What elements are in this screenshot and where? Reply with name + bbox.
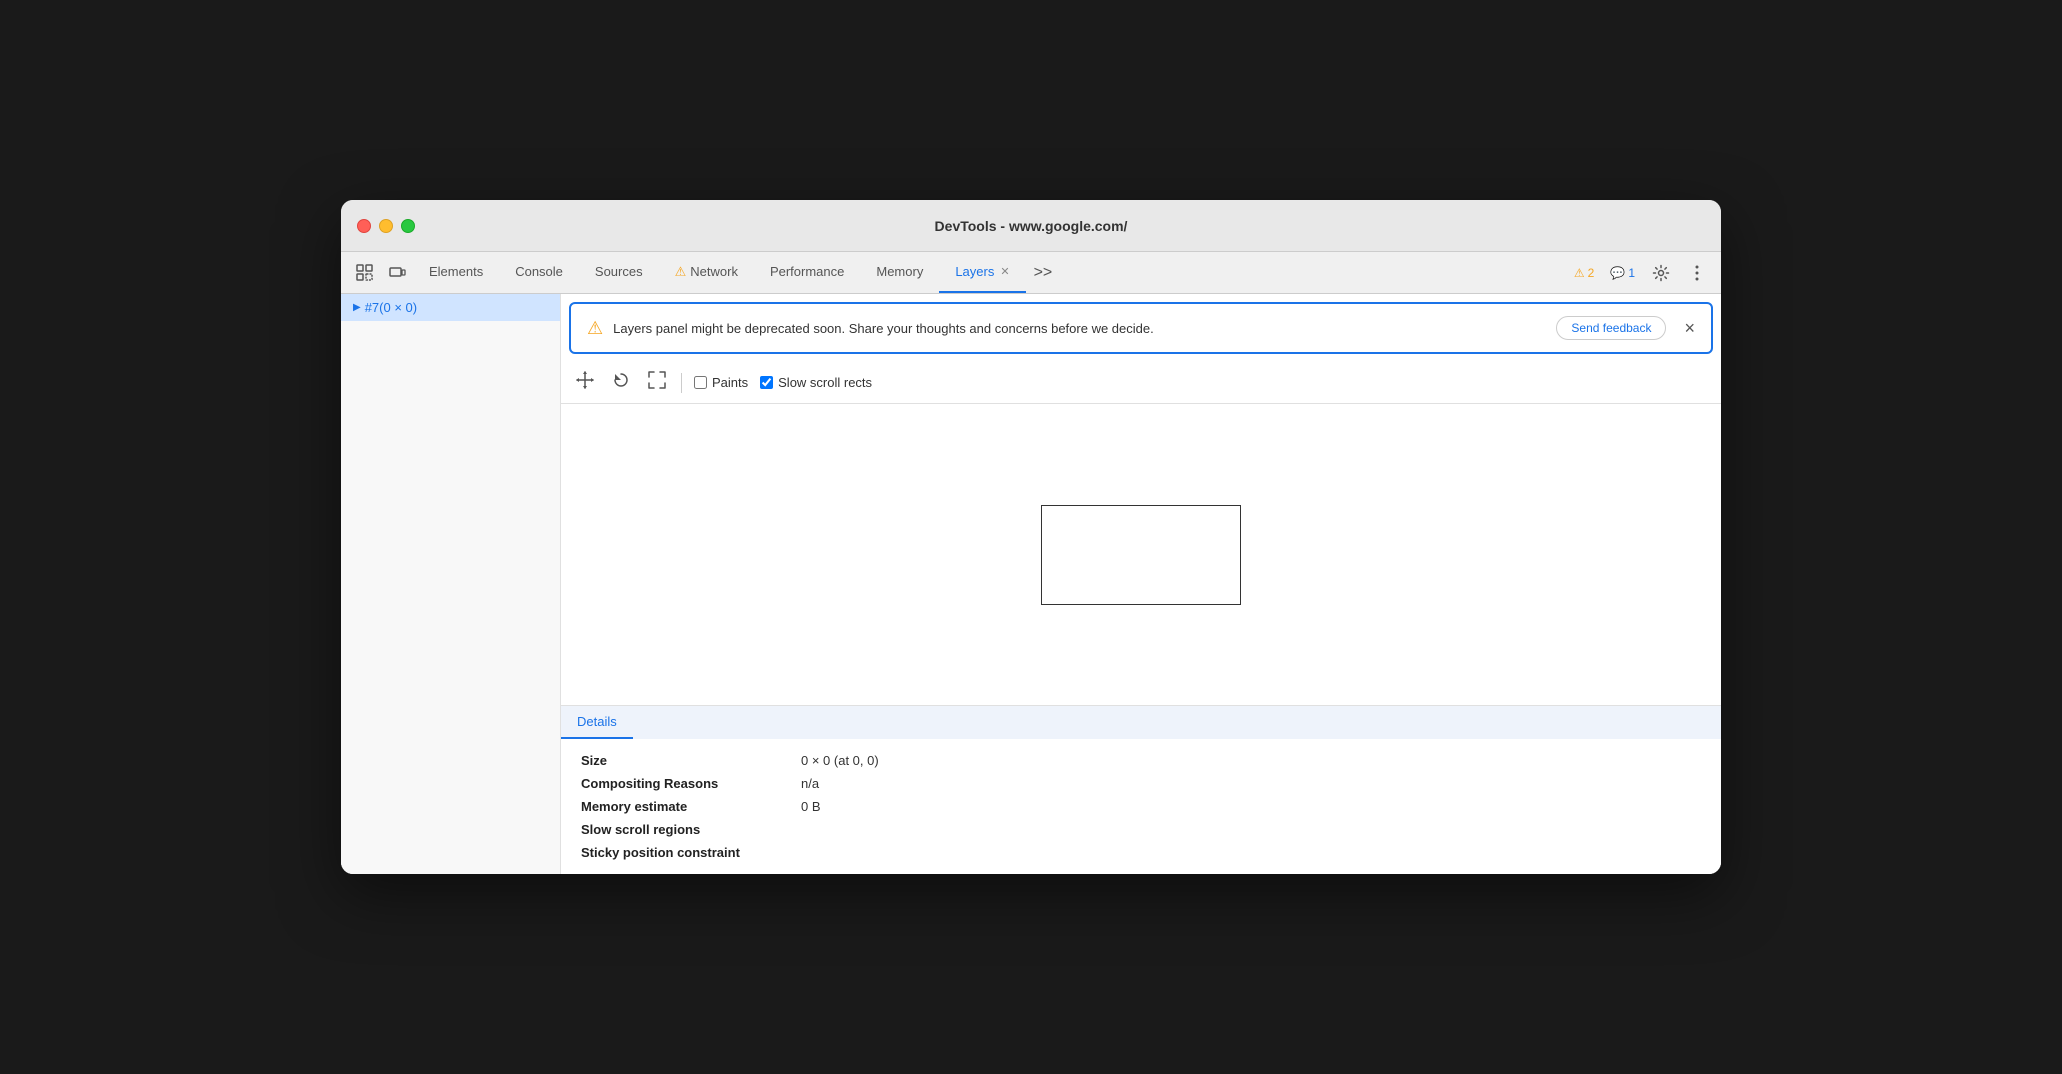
sidebar-item-layer[interactable]: ▶ #7(0 × 0) (341, 294, 560, 321)
tabs-container: Elements Console Sources ⚠ Network Perfo… (413, 252, 1568, 293)
devtools-window: DevTools - www.google.com/ Elements Cons… (341, 200, 1721, 874)
toolbar-right: ⚠ 2 💬 1 (1568, 257, 1713, 289)
traffic-lights (357, 219, 415, 233)
sidebar-arrow: ▶ (353, 302, 361, 313)
detail-key: Slow scroll regions (581, 822, 801, 837)
layers-toolbar: Paints Slow scroll rects (561, 362, 1721, 404)
paints-checkbox[interactable] (694, 376, 707, 389)
details-table: Size0 × 0 (at 0, 0)Compositing Reasonsn/… (561, 739, 1721, 874)
banner-message: Layers panel might be deprecated soon. S… (613, 321, 1538, 336)
devtools-toolbar: Elements Console Sources ⚠ Network Perfo… (341, 252, 1721, 294)
banner-warning-icon: ⚠ (587, 318, 603, 339)
toolbar-separator (681, 373, 682, 393)
deprecation-banner: ⚠ Layers panel might be deprecated soon.… (569, 302, 1713, 354)
settings-button[interactable] (1645, 257, 1677, 289)
detail-value: 0 B (801, 799, 821, 814)
warning-count-badge[interactable]: ⚠ 2 (1568, 263, 1600, 283)
layer-rectangle (1041, 505, 1241, 605)
detail-row: Sticky position constraint (581, 841, 1701, 864)
maximize-button[interactable] (401, 219, 415, 233)
device-toolbar-button[interactable] (381, 257, 413, 289)
detail-row: Slow scroll regions (581, 818, 1701, 841)
send-feedback-button[interactable]: Send feedback (1556, 316, 1666, 340)
devtools-body: ▶ #7(0 × 0) ⚠ Layers panel might be depr… (341, 294, 1721, 874)
layer-canvas[interactable] (561, 404, 1721, 706)
tab-console[interactable]: Console (499, 252, 579, 293)
comment-count-badge[interactable]: 💬 1 (1604, 263, 1641, 283)
comment-icon: 💬 (1610, 266, 1625, 280)
layers-sidebar: ▶ #7(0 × 0) (341, 294, 561, 874)
more-options-button[interactable] (1681, 257, 1713, 289)
slow-scroll-checkbox-label[interactable]: Slow scroll rects (760, 375, 872, 390)
network-warning-icon: ⚠ (675, 264, 687, 280)
layers-main-content: ⚠ Layers panel might be deprecated soon.… (561, 294, 1721, 874)
more-tabs-button[interactable]: >> (1026, 252, 1061, 293)
slow-scroll-checkbox[interactable] (760, 376, 773, 389)
pan-tool-button[interactable] (573, 368, 597, 397)
detail-row: Compositing Reasonsn/a (581, 772, 1701, 795)
banner-close-button[interactable]: × (1684, 319, 1695, 337)
close-button[interactable] (357, 219, 371, 233)
detail-key: Compositing Reasons (581, 776, 801, 791)
tab-performance[interactable]: Performance (754, 252, 860, 293)
detail-key: Memory estimate (581, 799, 801, 814)
tab-elements[interactable]: Elements (413, 252, 499, 293)
minimize-button[interactable] (379, 219, 393, 233)
details-section: Details (561, 706, 1721, 739)
window-title: DevTools - www.google.com/ (935, 218, 1128, 234)
warning-icon: ⚠ (1574, 266, 1585, 280)
detail-row: Memory estimate0 B (581, 795, 1701, 818)
inspect-element-button[interactable] (349, 257, 381, 289)
tab-sources[interactable]: Sources (579, 252, 659, 293)
rotate-tool-button[interactable] (609, 368, 633, 397)
details-tab[interactable]: Details (561, 706, 633, 739)
tab-layers[interactable]: Layers ✕ (939, 252, 1025, 293)
tab-memory[interactable]: Memory (860, 252, 939, 293)
detail-value: n/a (801, 776, 819, 791)
detail-row: Size0 × 0 (at 0, 0) (581, 749, 1701, 772)
tab-layers-close[interactable]: ✕ (1000, 265, 1009, 278)
detail-key: Size (581, 753, 801, 768)
detail-value: 0 × 0 (at 0, 0) (801, 753, 879, 768)
titlebar: DevTools - www.google.com/ (341, 200, 1721, 252)
fit-tool-button[interactable] (645, 368, 669, 397)
detail-key: Sticky position constraint (581, 845, 801, 860)
tab-network[interactable]: ⚠ Network (659, 252, 754, 293)
paints-checkbox-label[interactable]: Paints (694, 375, 748, 390)
